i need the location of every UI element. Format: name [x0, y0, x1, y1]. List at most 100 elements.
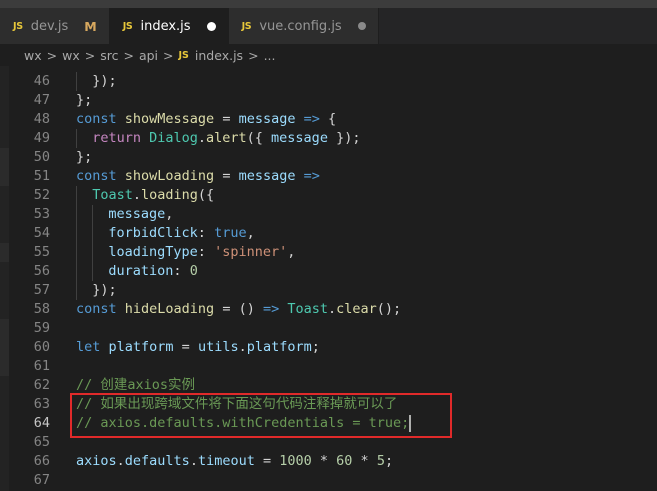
code-line[interactable]: 53 message, — [0, 205, 657, 224]
indent-guide — [76, 72, 77, 91]
unsaved-dot-icon[interactable] — [357, 22, 366, 30]
code-token: const — [76, 168, 125, 184]
code-text: }); — [92, 281, 116, 300]
code-token: // 如果出现跨域文件将下面这句代码注释掉就可以了 — [76, 396, 398, 412]
code-line[interactable]: 64 // axios.defaults.withCredentials = tr… — [0, 414, 657, 433]
code-line[interactable]: 57}); — [0, 281, 657, 300]
line-number: 53 — [33, 206, 50, 222]
code-line[interactable]: 54 forbidClick: true, — [0, 224, 657, 243]
line-number: 58 — [33, 301, 50, 317]
code-line[interactable]: 56 duration: 0 — [0, 262, 657, 281]
code-token: (); — [376, 301, 402, 317]
code-text: loadingType: 'spinner', — [108, 243, 295, 262]
line-number: 46 — [33, 73, 50, 89]
code-token: = — [214, 111, 239, 127]
code-token: hideLoading — [124, 301, 215, 317]
code-text: duration: 0 — [108, 262, 197, 281]
breadcrumb-item[interactable]: wx — [24, 48, 42, 63]
code-line[interactable]: 47}; — [0, 91, 657, 110]
js-file-icon: JS — [178, 49, 189, 61]
indent-guide — [92, 262, 94, 281]
indent-guide — [92, 224, 94, 243]
code-token: platform — [246, 339, 312, 355]
breadcrumb-symbol-ellipsis[interactable]: ... — [264, 48, 276, 63]
code-line[interactable]: 48 const showMessage = message => { — [0, 110, 657, 129]
breadcrumb-item[interactable]: wx — [62, 48, 80, 63]
tab-index-js[interactable]: JS index.js — [109, 8, 229, 44]
code-token: : — [197, 244, 215, 260]
code-token: , — [246, 225, 255, 241]
code-text: const showLoading = message => — [76, 167, 320, 186]
code-token: }); — [92, 73, 117, 89]
code-line[interactable]: 65 — [0, 433, 657, 452]
code-line[interactable]: 49 return Dialog.alert({ message }); — [0, 129, 657, 148]
line-number: 56 — [33, 263, 50, 279]
code-token: }); — [327, 130, 361, 146]
unsaved-dot-icon[interactable] — [206, 21, 216, 31]
code-line[interactable]: 59 — [0, 319, 657, 338]
code-token: : — [197, 225, 215, 241]
indent-guide — [92, 205, 94, 224]
tab-label: index.js — [140, 18, 191, 34]
code-token: }); — [92, 282, 117, 298]
code-text: const hideLoading = () => Toast.clear(); — [76, 300, 401, 319]
code-token: 'spinner' — [214, 244, 288, 260]
code-token: * — [352, 453, 377, 469]
code-token: showLoading — [124, 168, 215, 184]
code-line[interactable]: 63 // 如果出现跨域文件将下面这句代码注释掉就可以了 — [0, 395, 657, 414]
code-line[interactable]: 61 — [0, 357, 657, 376]
code-text: // 创建axios实例 — [76, 376, 195, 395]
code-token: ; — [384, 453, 394, 469]
code-token: }; — [76, 92, 93, 108]
breadcrumb-separator-icon: > — [163, 47, 174, 63]
code-token: message — [238, 111, 296, 127]
tab-dev-js[interactable]: JS dev.js M — [0, 8, 110, 44]
code-token: // 创建axios实例 — [76, 377, 196, 393]
indent-guide — [76, 129, 77, 148]
line-number: 55 — [33, 244, 50, 260]
code-line[interactable]: 50}; — [0, 148, 657, 167]
code-line[interactable]: 62 // 创建axios实例 — [0, 376, 657, 395]
window-title-strip — [0, 0, 657, 8]
code-token: // axios.defaults.withCredentials = true… — [76, 415, 410, 431]
code-token: loadingType — [108, 244, 198, 260]
code-line[interactable]: 66 axios.defaults.timeout = 1000 * 60 * 5… — [0, 452, 657, 471]
code-text: let platform = utils.platform; — [76, 338, 320, 357]
code-token: , — [165, 206, 174, 222]
indent-guide — [76, 186, 77, 205]
breadcrumb-item[interactable]: src — [100, 48, 118, 63]
code-token: { — [328, 111, 337, 127]
code-line[interactable]: 52 Toast.loading({ — [0, 186, 657, 205]
code-token: . — [116, 453, 125, 469]
tab-vue-config-js[interactable]: JS vue.config.js — [228, 8, 379, 44]
code-line[interactable]: 51 const showLoading = message => — [0, 167, 657, 186]
code-line[interactable]: 58 const hideLoading = () => Toast.clear(… — [0, 300, 657, 319]
code-line[interactable]: 46}); — [0, 72, 657, 91]
code-token: => — [295, 168, 320, 184]
breadcrumb-separator-icon: > — [123, 47, 134, 63]
code-token: defaults — [124, 453, 190, 469]
line-number: 64 — [33, 415, 50, 431]
code-token: true — [214, 225, 247, 241]
code-token: ({ — [197, 187, 215, 203]
code-text: }); — [92, 72, 116, 91]
code-editor[interactable]: 46}); 47}; 48 const showMessage = message =… — [0, 66, 657, 491]
code-token: Toast — [287, 301, 329, 317]
code-token: utils — [197, 339, 239, 355]
code-token: message — [238, 168, 296, 184]
line-number: 66 — [33, 453, 50, 469]
code-line[interactable]: 67 — [0, 471, 657, 490]
code-token: return — [92, 130, 150, 146]
code-text: // axios.defaults.withCredentials = true… — [76, 414, 409, 433]
line-number: 61 — [33, 358, 50, 374]
code-token: }; — [76, 149, 93, 165]
code-token: * — [311, 453, 337, 469]
code-line[interactable]: 60 let platform = utils.platform; — [0, 338, 657, 357]
code-token: message — [108, 206, 166, 222]
breadcrumb-file[interactable]: index.js — [195, 48, 243, 63]
code-text: message, — [108, 205, 173, 224]
tab-label: dev.js — [30, 18, 69, 34]
breadcrumb-item[interactable]: api — [139, 48, 158, 63]
code-token: = — [214, 168, 239, 184]
code-line[interactable]: 55 loadingType: 'spinner', — [0, 243, 657, 262]
